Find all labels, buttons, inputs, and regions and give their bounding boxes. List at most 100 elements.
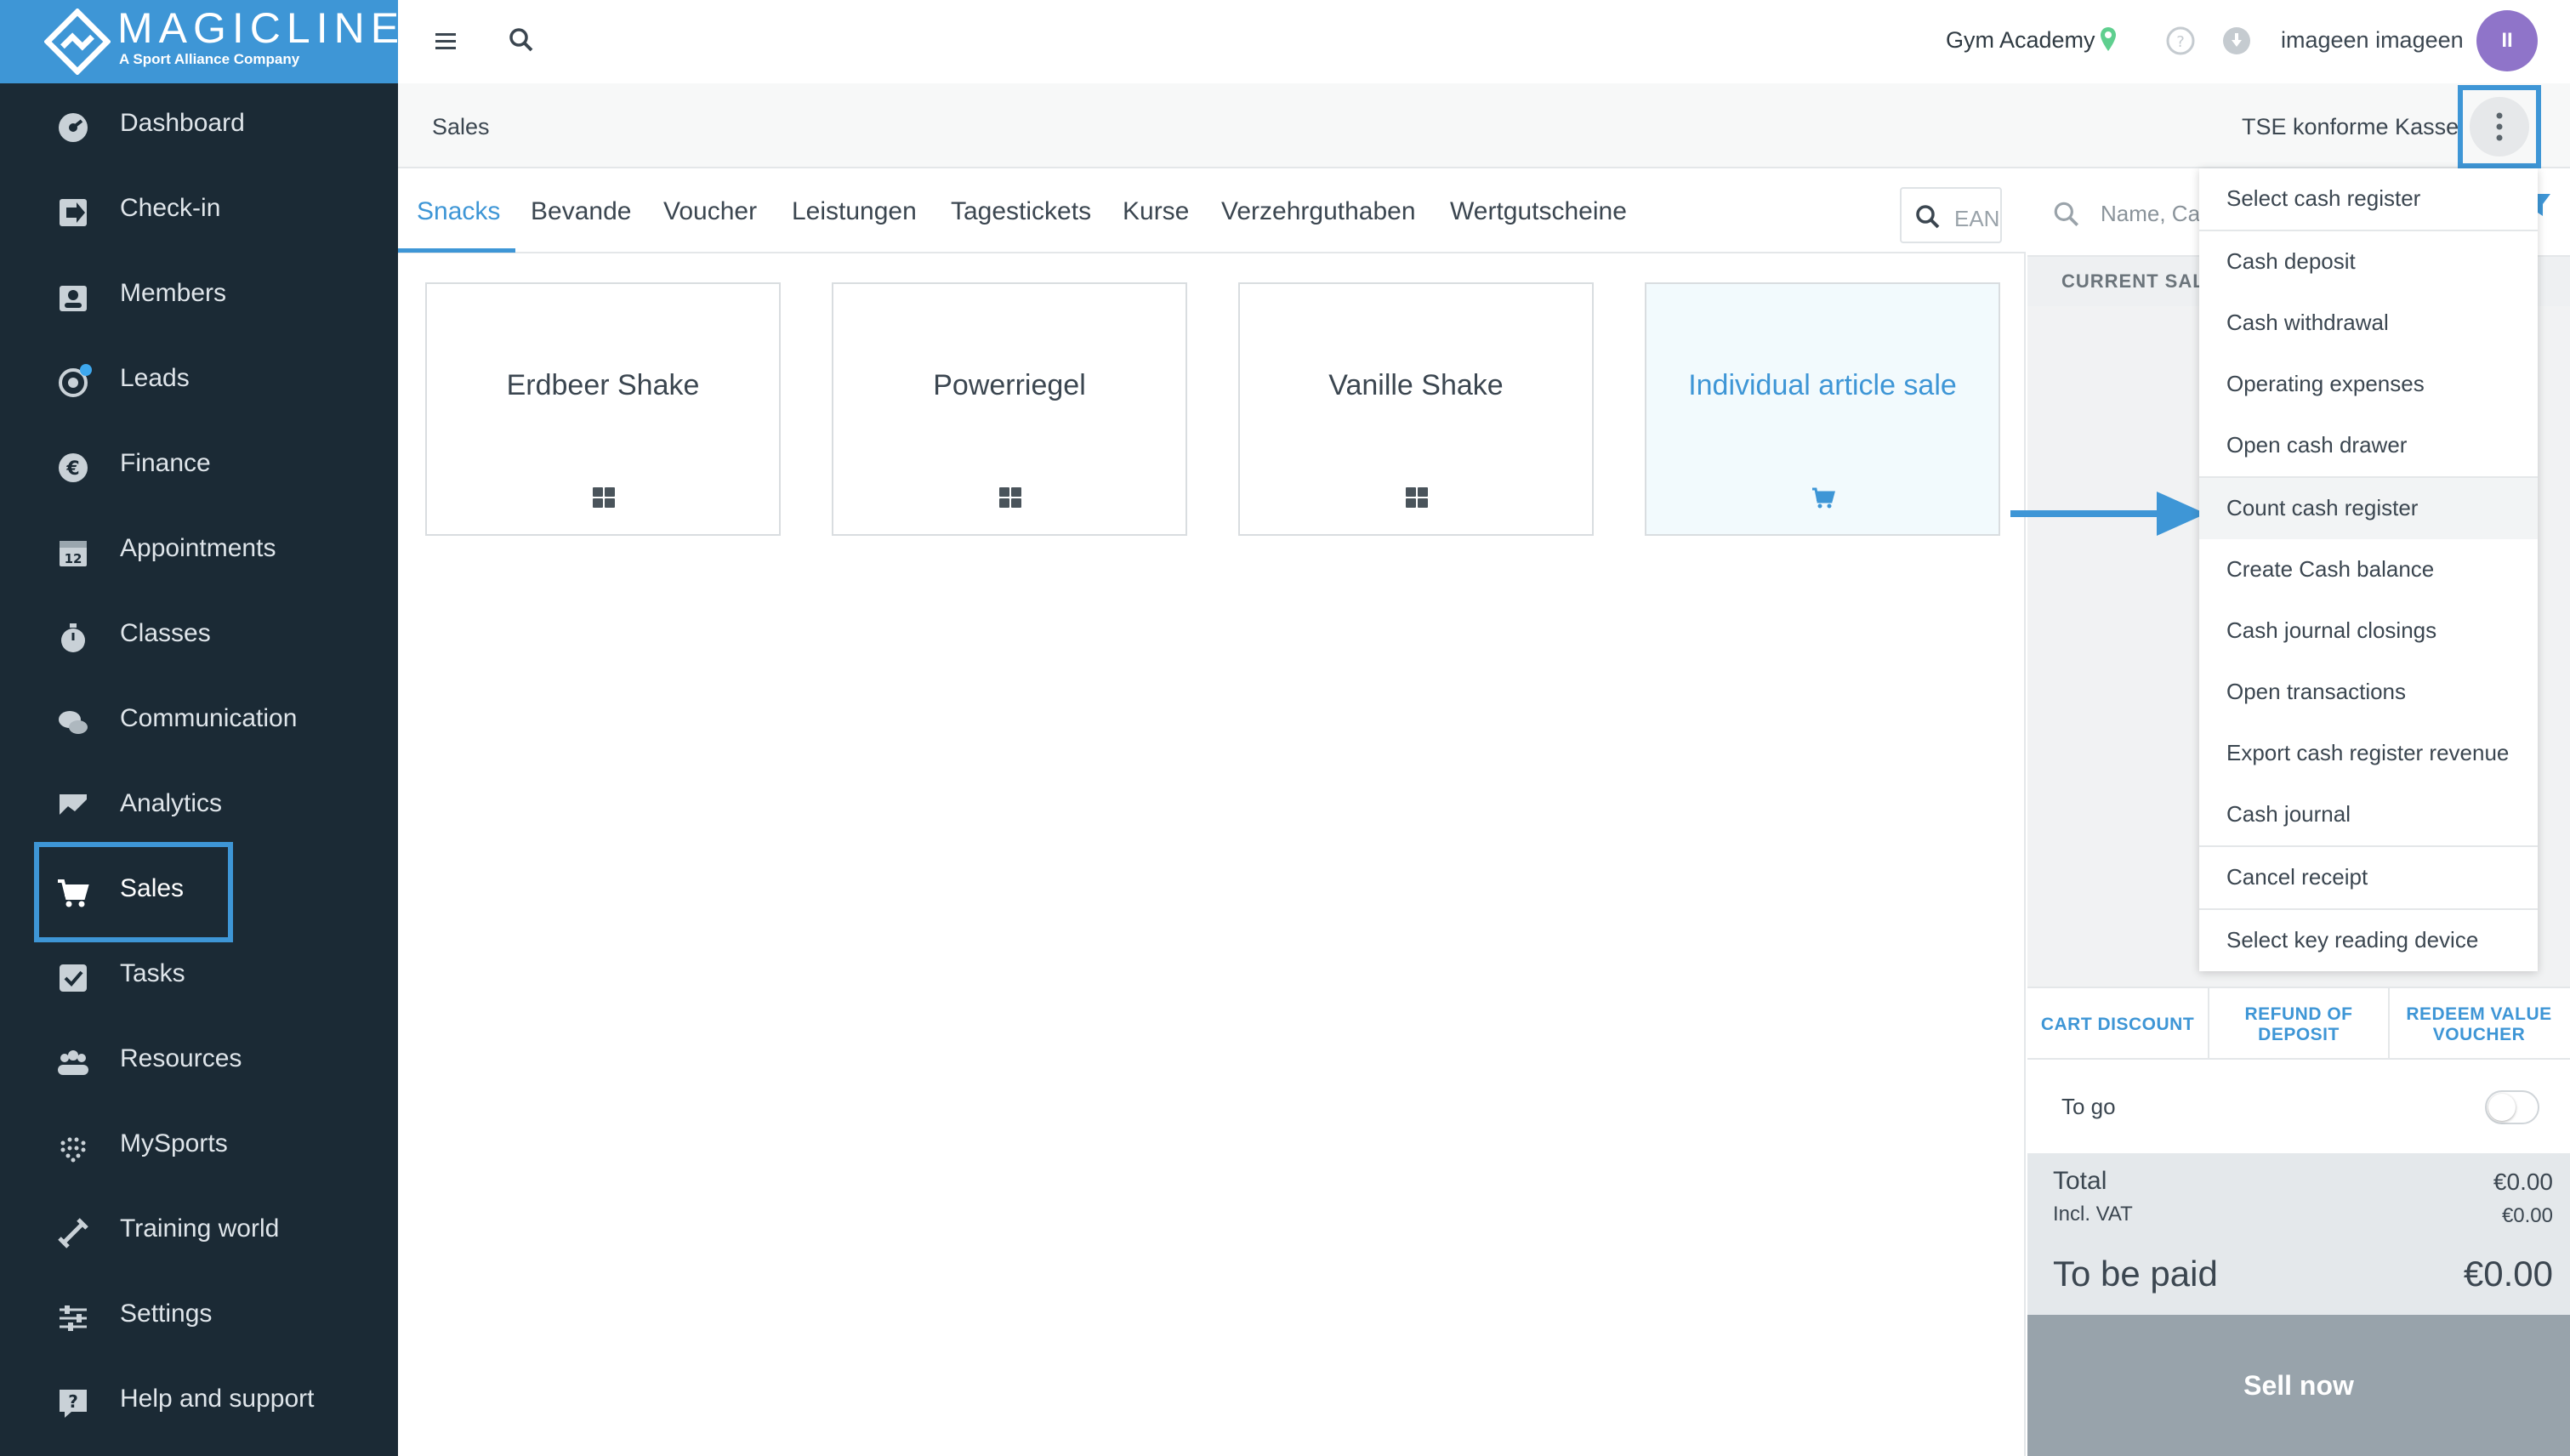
sales-highlight-box xyxy=(34,842,233,942)
cart-discount-button[interactable]: CART DISCOUNT xyxy=(2027,988,2208,1061)
menu-item-cancel-receipt[interactable]: Cancel receipt xyxy=(2199,847,2538,908)
sidebar-item-training-world[interactable]: Training world xyxy=(0,1189,398,1274)
sidebar-item-communication[interactable]: Communication xyxy=(0,679,398,764)
ean-placeholder: EAN xyxy=(1954,206,2000,231)
sidebar-item-label: Leads xyxy=(120,364,190,392)
sidebar-item-settings[interactable]: Settings xyxy=(0,1274,398,1359)
sidebar-item-label: Tasks xyxy=(120,959,185,987)
product-card[interactable]: Vanille Shake xyxy=(1238,282,1594,536)
menu-item-cash-journal-closings[interactable]: Cash journal closings xyxy=(2199,600,2538,662)
user-name[interactable]: imageen imageen xyxy=(2281,27,2464,54)
menu-item-export-revenue[interactable]: Export cash register revenue xyxy=(2199,723,2538,784)
page-header: Sales TSE konforme Kasse xyxy=(398,83,2570,168)
total-value: €0.00 xyxy=(2493,1169,2553,1195)
sidebar-item-tasks[interactable]: Tasks xyxy=(0,934,398,1019)
to-go-row: To go xyxy=(2027,1060,2570,1153)
grid-icon xyxy=(1406,487,1428,508)
sidebar-item-help[interactable]: ? Help and support xyxy=(0,1359,398,1444)
sidebar-item-label: Training world xyxy=(120,1214,280,1243)
product-name: Erdbeer Shake xyxy=(506,369,700,401)
tab-wertgutscheine[interactable]: Wertgutscheine xyxy=(1450,197,1627,226)
chat-icon xyxy=(59,711,88,734)
menu-item-count-cash-register[interactable]: Count cash register xyxy=(2199,478,2538,539)
active-tab-indicator xyxy=(398,248,515,253)
sell-now-button[interactable]: Sell now xyxy=(2027,1315,2570,1456)
brand-logo[interactable]: MAGICLINE A Sport Alliance Company xyxy=(0,0,399,83)
tab-kurse[interactable]: Kurse xyxy=(1123,197,1189,226)
to-pay-label: To be paid xyxy=(2053,1254,2218,1294)
tab-tagestickets[interactable]: Tagestickets xyxy=(951,197,1091,226)
svg-text:?: ? xyxy=(68,1391,78,1412)
search-icon[interactable] xyxy=(507,26,536,54)
magicline-logo-icon xyxy=(44,9,111,75)
more-options-menu: Select cash register Cash deposit Cash w… xyxy=(2199,168,2538,971)
sidebar-item-label: Settings xyxy=(120,1300,213,1328)
sidebar-item-classes[interactable]: Classes xyxy=(0,594,398,679)
download-icon[interactable] xyxy=(2221,26,2252,56)
cart-actions: CART DISCOUNT REFUND OF DEPOSIT REDEEM V… xyxy=(2027,987,2570,1061)
current-sale-label: CURRENT SALE xyxy=(2061,270,2219,292)
svg-text:?: ? xyxy=(2176,33,2185,51)
sidebar-item-analytics[interactable]: Analytics xyxy=(0,764,398,849)
menu-item-open-transactions[interactable]: Open transactions xyxy=(2199,662,2538,723)
sidebar-item-checkin[interactable]: Check-in xyxy=(0,168,398,253)
tab-voucher[interactable]: Voucher xyxy=(663,197,757,226)
help-icon: ? xyxy=(60,1390,87,1418)
menu-item-label: Open transactions xyxy=(2226,679,2407,704)
product-card[interactable]: Erdbeer Shake xyxy=(425,282,781,536)
tab-bevande[interactable]: Bevande xyxy=(531,197,631,226)
avatar[interactable]: II xyxy=(2476,10,2538,71)
checkbox-icon xyxy=(60,964,87,992)
sidebar-item-finance[interactable]: € Finance xyxy=(0,424,398,509)
menu-toggle-icon[interactable] xyxy=(432,27,459,54)
sidebar-item-leads[interactable]: Leads xyxy=(0,338,398,424)
product-card[interactable]: Powerriegel xyxy=(832,282,1187,536)
help-circle-icon[interactable]: ? xyxy=(2165,26,2196,56)
menu-item-operating-expenses[interactable]: Operating expenses xyxy=(2199,354,2538,415)
product-name: Individual article sale xyxy=(1688,369,1957,401)
sidebar-item-label: Resources xyxy=(120,1044,242,1072)
menu-item-label: Cash withdrawal xyxy=(2226,310,2389,335)
menu-item-label: Select cash register xyxy=(2226,185,2421,211)
sidebar-item-label: Appointments xyxy=(120,534,276,562)
members-icon xyxy=(60,286,87,311)
tab-verzehrguthaben[interactable]: Verzehrguthaben xyxy=(1221,197,1416,226)
sidebar-item-label: Communication xyxy=(120,704,298,732)
search-icon xyxy=(2054,202,2079,227)
sidebar: MAGICLINE A Sport Alliance Company Dashb… xyxy=(0,0,399,1456)
sidebar-item-appointments[interactable]: 12 Appointments xyxy=(0,509,398,594)
breadcrumb: Sales xyxy=(432,114,490,139)
grid-icon xyxy=(999,487,1021,508)
menu-item-select-key-reading-device[interactable]: Select key reading device xyxy=(2199,910,2538,971)
leads-notification-dot xyxy=(80,364,92,376)
sidebar-item-mysports[interactable]: MySports xyxy=(0,1104,398,1189)
menu-item-cash-journal[interactable]: Cash journal xyxy=(2199,784,2538,845)
tab-leistungen[interactable]: Leistungen xyxy=(792,197,917,226)
to-go-label: To go xyxy=(2061,1094,2116,1119)
individual-article-card[interactable]: Individual article sale xyxy=(1645,282,2000,536)
redeem-voucher-button[interactable]: REDEEM VALUE VOUCHER xyxy=(2388,988,2568,1061)
category-tabs: Snacks Bevande Voucher Leistungen Tagest… xyxy=(398,168,2026,253)
menu-item-open-cash-drawer[interactable]: Open cash drawer xyxy=(2199,415,2538,476)
menu-item-select-cash-register[interactable]: Select cash register xyxy=(2199,168,2538,230)
sidebar-item-dashboard[interactable]: Dashboard xyxy=(0,83,398,168)
location-pin-icon xyxy=(2101,27,2116,51)
menu-item-cash-deposit[interactable]: Cash deposit xyxy=(2199,231,2538,293)
brand-title: MAGICLINE xyxy=(117,4,406,52)
annotation-arrow-icon xyxy=(2010,492,2206,536)
sidebar-item-label: Dashboard xyxy=(120,109,245,137)
menu-item-create-cash-balance[interactable]: Create Cash balance xyxy=(2199,539,2538,600)
menu-item-label: Operating expenses xyxy=(2226,371,2425,396)
location-selector[interactable]: Gym Academy xyxy=(1946,27,2095,54)
menu-item-cash-withdrawal[interactable]: Cash withdrawal xyxy=(2199,293,2538,354)
refund-deposit-button[interactable]: REFUND OF DEPOSIT xyxy=(2208,988,2388,1061)
ean-search-input[interactable]: EAN xyxy=(1900,187,2002,243)
mysports-icon xyxy=(60,1137,86,1163)
tab-snacks[interactable]: Snacks xyxy=(417,197,500,226)
sidebar-item-resources[interactable]: Resources xyxy=(0,1019,398,1104)
sidebar-item-members[interactable]: Members xyxy=(0,253,398,338)
menu-item-label: Cash deposit xyxy=(2226,248,2356,274)
to-go-toggle[interactable] xyxy=(2485,1090,2539,1124)
totals-section: Total €0.00 Incl. VAT €0.00 To be paid €… xyxy=(2027,1153,2570,1315)
checkin-icon xyxy=(60,199,87,226)
